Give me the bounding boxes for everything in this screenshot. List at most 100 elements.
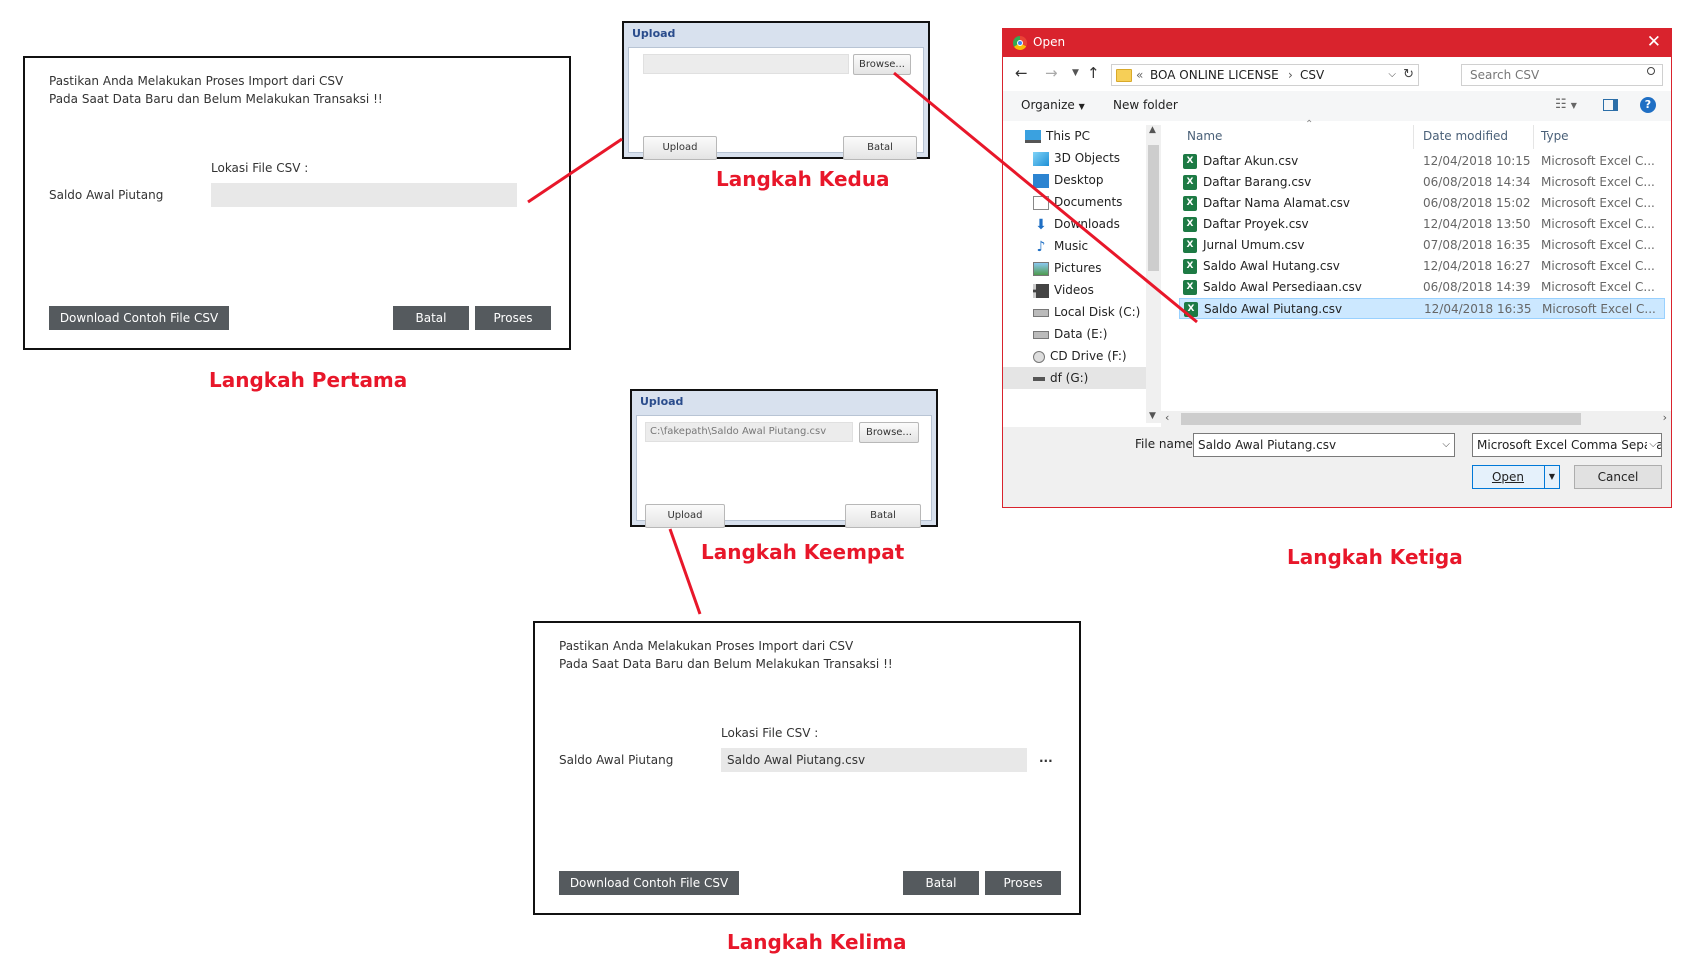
process-button[interactable]: Proses [985,871,1061,895]
file-row[interactable]: X Daftar Akun.csv 12/04/2018 10:15 Microsof… [1179,151,1665,172]
nav-item-local-disk-c[interactable]: Local Disk (C:) [1033,301,1140,323]
file-type: Microsoft Excel C... [1541,238,1655,252]
navigation-scrollbar[interactable]: ▲ ▼ [1146,125,1161,423]
file-name-input[interactable]: Saldo Awal Piutang.csv ⌵ [1193,433,1455,457]
nav-item-df-g[interactable]: df (G:) [1003,367,1146,389]
refresh-icon[interactable]: ↻ [1403,65,1414,85]
back-arrow-icon[interactable]: ← [1015,64,1028,82]
file-row[interactable]: X Daftar Proyek.csv 12/04/2018 13:50 Micros… [1179,214,1665,235]
scroll-left-icon[interactable]: ‹ [1165,411,1169,424]
file-row[interactable]: X Jurnal Umum.csv 07/08/2018 16:35 Microsof… [1179,235,1665,256]
file-type: Microsoft Excel C... [1541,154,1655,168]
nav-item-cd-drive-f[interactable]: CD Drive (F:) [1033,345,1127,367]
open-button[interactable]: Open ▼ [1472,465,1560,489]
browse-ellipsis-button[interactable]: ... [1039,749,1053,767]
step-label-second: Langkah Kedua [716,167,890,191]
upload-dialog-body: Browse... Upload Batal [628,47,924,160]
cancel-button[interactable]: Batal [903,871,979,895]
nav-item-label: Desktop [1054,173,1104,187]
search-input[interactable]: Search CSV [1461,64,1663,86]
chevron-down-icon[interactable]: ⌵ [1442,434,1450,456]
scroll-thumb[interactable] [1181,413,1581,425]
dialog-title: Open [1033,35,1066,49]
csv-file-field[interactable]: Saldo Awal Piutang.csv [721,748,1027,772]
step-label-third: Langkah Ketiga [1287,545,1463,569]
organize-menu[interactable]: Organize ▼ [1021,98,1085,112]
view-options-icon[interactable]: ☷ ▼ [1555,97,1577,112]
cancel-button[interactable]: Batal [393,306,469,330]
cancel-button[interactable]: Batal [845,504,921,528]
nav-item-music[interactable]: ♪ Music [1033,235,1089,257]
column-header-type[interactable]: Type [1541,125,1569,147]
column-divider[interactable] [1533,125,1534,149]
video-icon [1033,283,1049,298]
column-divider[interactable] [1413,125,1414,149]
file-row-selected[interactable]: X Saldo Awal Piutang.csv 12/04/2018 16:35 M… [1179,298,1665,319]
file-type: Microsoft Excel C... [1541,175,1655,189]
nav-item-data-e[interactable]: Data (E:) [1033,323,1107,345]
chevron-down-icon[interactable]: ⌵ [1647,434,1657,456]
nav-item-videos[interactable]: Videos [1033,279,1094,301]
new-folder-button[interactable]: New folder [1113,98,1178,112]
nav-item-label: This PC [1046,129,1090,143]
nav-item-label: Downloads [1054,217,1120,231]
file-row[interactable]: X Saldo Awal Persediaan.csv 06/08/2018 14:… [1179,277,1665,298]
dialog-toolbar: Organize ▼ New folder ☷ ▼ ? [1003,91,1671,121]
chrome-icon [1013,36,1027,50]
file-type-select[interactable]: Microsoft Excel Comma Separa ⌵ [1472,433,1662,457]
column-header-date[interactable]: Date modified [1423,125,1508,147]
breadcrumb-item[interactable]: BOA ONLINE LICENSE [1150,65,1279,85]
forward-arrow-icon[interactable]: → [1045,64,1058,82]
excel-file-icon: X [1183,280,1197,295]
nav-item-3d-objects[interactable]: 3D Objects [1033,147,1120,169]
scroll-up-icon[interactable]: ▲ [1149,125,1156,135]
up-arrow-icon[interactable]: ↑ [1087,64,1100,82]
download-sample-csv-button[interactable]: Download Contoh File CSV [559,871,739,895]
column-header-name[interactable]: Name [1187,125,1222,147]
file-list: Name ⌃ Date modified Type X Daftar Akun.c… [1175,119,1671,425]
address-bar[interactable]: « BOA ONLINE LICENSE › CSV ⌵ ↻ [1111,64,1419,86]
scroll-right-icon[interactable]: › [1663,411,1667,424]
file-date: 07/08/2018 16:35 [1423,238,1531,252]
cancel-button[interactable]: Cancel [1574,465,1662,489]
download-sample-csv-button[interactable]: Download Contoh File CSV [49,306,229,330]
preview-pane-icon[interactable] [1603,99,1618,111]
chevron-down-icon[interactable]: ⌵ [1388,65,1396,85]
file-list-scrollbar[interactable]: ‹ › [1161,411,1671,427]
upload-button[interactable]: Upload [643,136,717,160]
help-icon[interactable]: ? [1640,97,1656,113]
upload-dialog-title: Upload [632,27,676,40]
breadcrumb-item[interactable]: CSV [1300,65,1324,85]
file-type: Microsoft Excel C... [1541,259,1655,273]
nav-item-label: Local Disk (C:) [1054,305,1141,319]
download-icon: ⬇ [1035,216,1047,233]
nav-item-desktop[interactable]: Desktop [1033,169,1104,191]
upload-path-field[interactable]: C:\fakepath\Saldo Awal Piutang.csv [645,422,853,442]
file-row[interactable]: X Daftar Nama Alamat.csv 06/08/2018 15:02 M… [1179,193,1665,214]
nav-item-downloads[interactable]: ⬇ Downloads [1033,213,1120,235]
breadcrumb-prefix: « [1136,68,1144,82]
nav-item-label: Data (E:) [1054,327,1108,341]
scroll-thumb[interactable] [1148,145,1159,271]
nav-item-pictures[interactable]: Pictures [1033,257,1102,279]
file-name: Saldo Awal Hutang.csv [1203,259,1340,273]
pictures-icon [1033,261,1049,276]
dialog-footer: File name: Saldo Awal Piutang.csv ⌵ Micr… [1003,427,1671,507]
file-location-label: Lokasi File CSV : [211,161,309,175]
split-dropdown-icon[interactable]: ▼ [1544,466,1559,488]
cancel-button[interactable]: Batal [843,136,917,160]
recent-dropdown-icon[interactable]: ▼ [1072,68,1079,78]
scroll-down-icon[interactable]: ▼ [1149,411,1156,421]
file-row[interactable]: X Daftar Barang.csv 06/08/2018 14:34 Micros… [1179,172,1665,193]
upload-path-field[interactable] [643,54,849,74]
browse-button[interactable]: Browse... [859,422,919,443]
upload-button[interactable]: Upload [645,504,725,528]
process-button[interactable]: Proses [475,306,551,330]
nav-item-documents[interactable]: Documents [1033,191,1122,213]
browse-button[interactable]: Browse... [853,54,911,75]
close-icon[interactable]: ✕ [1647,32,1661,52]
connector-step4-to-step5 [668,528,702,615]
csv-file-field[interactable] [211,183,517,207]
file-row[interactable]: X Saldo Awal Hutang.csv 12/04/2018 16:27 Mi… [1179,256,1665,277]
nav-item-this-pc[interactable]: This PC [1025,125,1090,147]
